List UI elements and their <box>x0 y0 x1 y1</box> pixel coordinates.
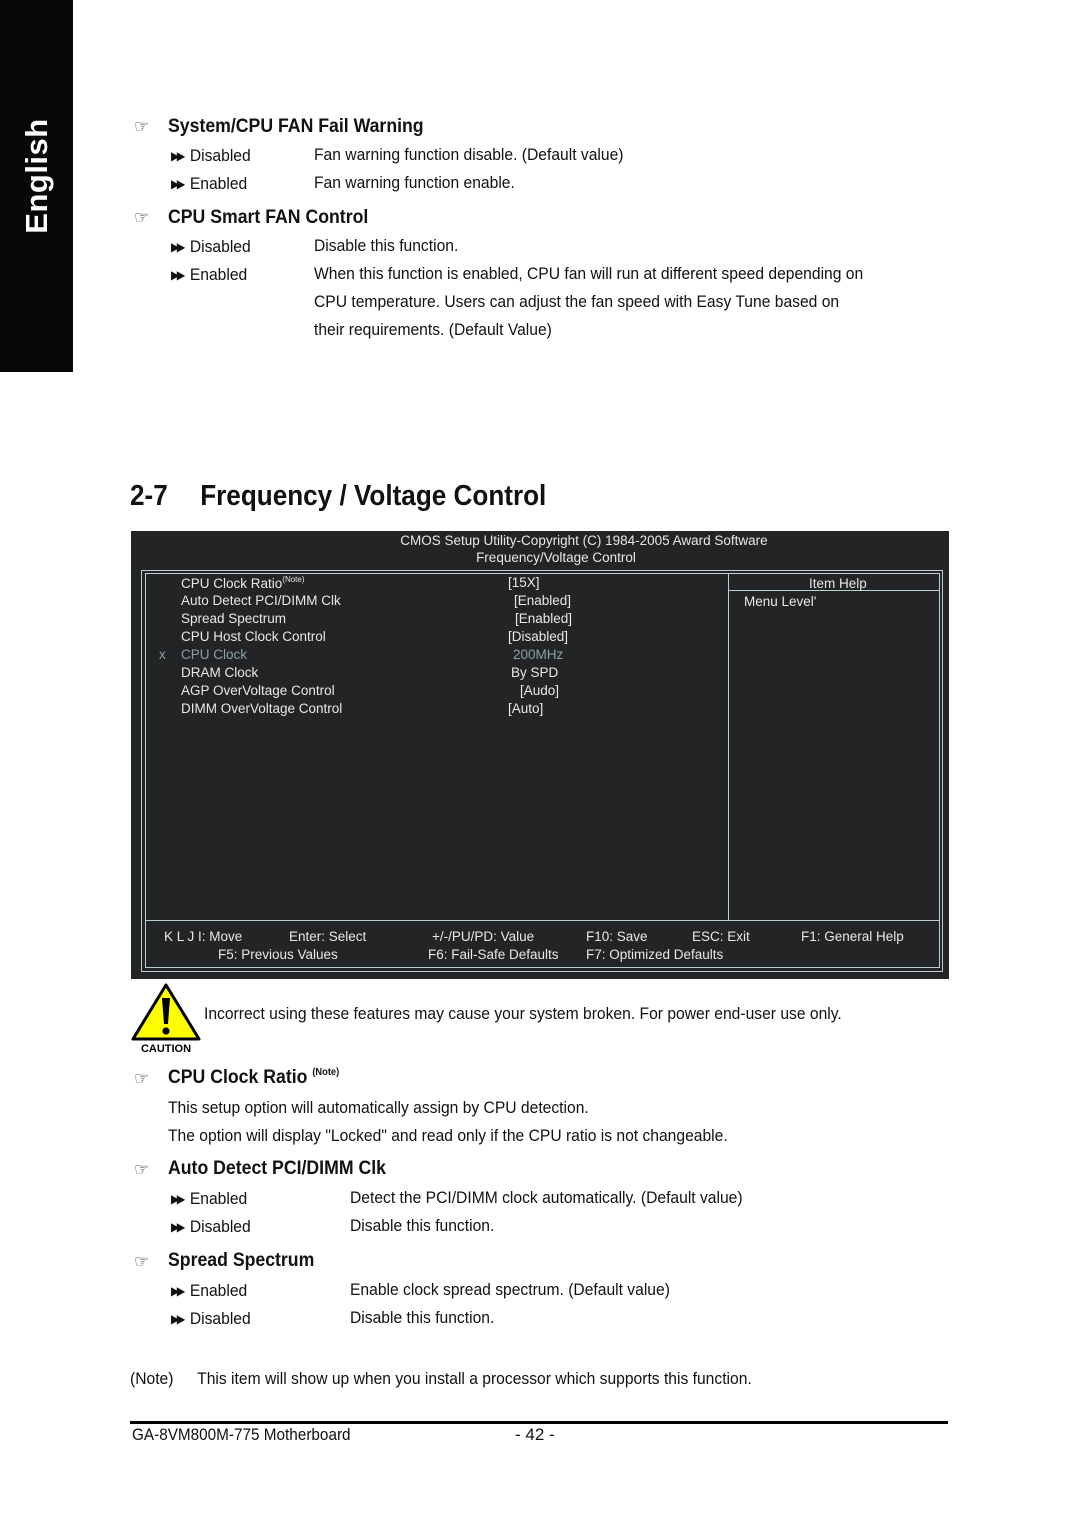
option-disabled: ▶▶ Disabled <box>171 237 251 256</box>
caution-text: Incorrect using these features may cause… <box>204 1004 842 1023</box>
pointing-hand-icon: ☞ <box>134 117 150 136</box>
section-heading-auto-detect: Auto Detect PCI/DIMM Clk <box>168 1158 386 1179</box>
option-desc: Detect the PCI/DIMM clock automatically.… <box>350 1188 743 1207</box>
key-hint-save: F10: Save <box>586 929 648 944</box>
bios-header-menu: Frequency/Voltage Control <box>476 550 636 565</box>
svg-text:CAUTION: CAUTION <box>141 1043 191 1055</box>
double-arrow-icon: ▶▶ <box>171 240 185 254</box>
footer-rule <box>130 1421 948 1424</box>
key-hint-optimized: F7: Optimized Defaults <box>586 947 724 962</box>
key-hint-exit: ESC: Exit <box>692 929 750 944</box>
page-number: - 42 - <box>515 1425 555 1444</box>
section-heading-cpu-smart-fan: CPU Smart FAN Control <box>168 207 369 228</box>
option-disabled: ▶▶ Disabled <box>171 1217 251 1236</box>
section-heading-cpu-clock-ratio: CPU Clock Ratio (Note) <box>168 1067 340 1088</box>
chapter-title: 2-7 Frequency / Voltage Control <box>130 480 547 512</box>
warning-triangle-icon: CAUTION <box>130 982 202 1057</box>
pointing-hand-icon: ☞ <box>134 1160 150 1179</box>
option-desc: Disable this function. <box>350 1216 495 1235</box>
double-arrow-icon: ▶▶ <box>171 1220 185 1234</box>
section-heading-spread-spectrum: Spread Spectrum <box>168 1250 315 1271</box>
paragraph: This setup option will automatically ass… <box>168 1098 589 1117</box>
option-disabled: ▶▶ Disabled <box>171 146 251 165</box>
key-hint-fail-safe: F6: Fail-Safe Defaults <box>428 947 559 962</box>
option-desc: Enable clock spread spectrum. (Default v… <box>350 1280 670 1299</box>
language-side-tab: English <box>0 0 73 372</box>
double-arrow-icon: ▶▶ <box>171 1312 185 1326</box>
section-heading-fan-fail-warning: System/CPU FAN Fail Warning <box>168 116 424 137</box>
option-desc: Disable this function. <box>314 236 459 255</box>
item-help-menu-level: Menu Level' <box>744 594 817 609</box>
option-enabled: ▶▶ Enabled <box>171 1189 248 1208</box>
key-hint-help: F1: General Help <box>801 929 904 944</box>
bios-divider <box>728 573 729 920</box>
option-desc: Disable this function. <box>350 1308 495 1327</box>
footer-product: GA-8VM800M-775 Motherboard <box>132 1425 351 1444</box>
option-desc: Fan warning function enable. <box>314 173 515 192</box>
pointing-hand-icon: ☞ <box>134 208 150 227</box>
bios-divider <box>145 920 940 921</box>
option-enabled: ▶▶ Enabled <box>171 265 248 284</box>
item-help-title: Item Help <box>809 576 867 591</box>
option-enabled: ▶▶ Enabled <box>171 1281 248 1300</box>
double-arrow-icon: ▶▶ <box>171 149 185 163</box>
double-arrow-icon: ▶▶ <box>171 177 185 191</box>
footnote: (Note) This item will show up when you in… <box>130 1369 752 1388</box>
key-hint-previous-values: F5: Previous Values <box>218 947 338 962</box>
paragraph: The option will display "Locked" and rea… <box>168 1126 728 1145</box>
double-arrow-icon: ▶▶ <box>171 1284 185 1298</box>
bios-screenshot: CMOS Setup Utility-Copyright (C) 1984-20… <box>131 531 949 979</box>
bios-header-copyright: CMOS Setup Utility-Copyright (C) 1984-20… <box>400 533 768 548</box>
double-arrow-icon: ▶▶ <box>171 1192 185 1206</box>
pointing-hand-icon: ☞ <box>134 1069 150 1088</box>
key-hint-select: Enter: Select <box>289 929 367 944</box>
key-hint-value: +/-/PU/PD: Value <box>432 929 535 944</box>
key-hint-move: K L J I: Move <box>164 929 243 944</box>
option-disabled: ▶▶ Disabled <box>171 1309 251 1328</box>
pointing-hand-icon: ☞ <box>134 1252 150 1271</box>
option-desc: CPU temperature. Users can adjust the fa… <box>314 292 840 311</box>
language-label: English <box>18 118 54 234</box>
option-desc: Fan warning function disable. (Default v… <box>314 145 624 164</box>
option-desc: When this function is enabled, CPU fan w… <box>314 264 864 283</box>
option-enabled: ▶▶ Enabled <box>171 174 248 193</box>
double-arrow-icon: ▶▶ <box>171 268 185 282</box>
option-desc: their requirements. (Default Value) <box>314 320 552 339</box>
